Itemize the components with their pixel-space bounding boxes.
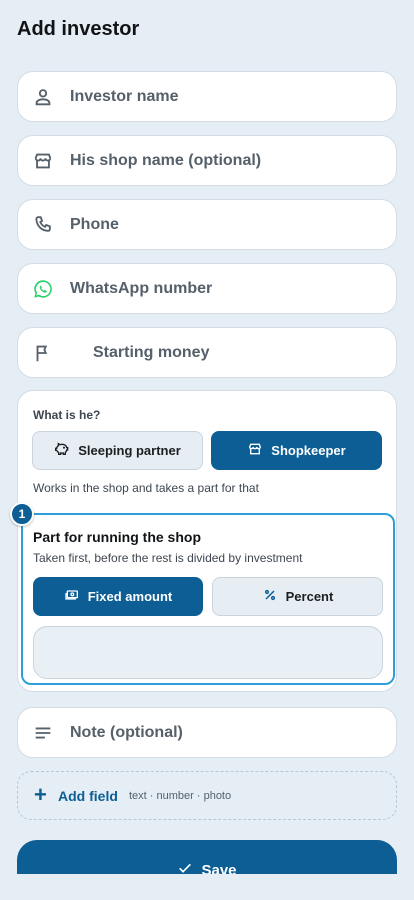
- store-icon: [247, 441, 263, 460]
- note-placeholder: Note (optional): [70, 724, 183, 741]
- shop-part-description: Taken first, before the rest is divided …: [33, 551, 303, 565]
- shopkeeper-label: Shopkeeper: [271, 443, 346, 458]
- sleeping-partner-label: Sleeping partner: [78, 443, 181, 458]
- add-field-button[interactable]: + Add field text · number · photo: [17, 771, 397, 820]
- step-badge: 1: [10, 502, 34, 526]
- cash-icon: [64, 587, 80, 606]
- shop-part-amount-input[interactable]: [33, 626, 383, 679]
- phone-field[interactable]: Phone: [17, 199, 397, 250]
- note-field[interactable]: Note (optional): [17, 707, 397, 758]
- add-field-label: Add field: [58, 788, 118, 804]
- shopkeeper-option[interactable]: Shopkeeper: [211, 431, 382, 470]
- role-question: What is he?: [33, 408, 101, 422]
- starting-money-field[interactable]: Starting money: [17, 327, 397, 378]
- investor-name-placeholder: Investor name: [70, 88, 179, 105]
- shop-name-placeholder: His shop name (optional): [70, 152, 262, 169]
- fixed-amount-option[interactable]: Fixed amount: [33, 577, 203, 616]
- bottom-fade: [0, 874, 414, 900]
- role-card: What is he? Sleeping partner Shopkeeper …: [10, 390, 397, 692]
- plus-icon: +: [34, 782, 47, 807]
- add-field-hint: text · number · photo: [129, 790, 232, 802]
- piggy-bank-icon: [54, 441, 70, 460]
- whatsapp-placeholder: WhatsApp number: [70, 280, 213, 297]
- person-icon: [32, 86, 54, 108]
- investor-name-field[interactable]: Investor name: [17, 71, 397, 122]
- percent-icon: [262, 587, 278, 606]
- percent-label: Percent: [285, 589, 334, 604]
- starting-money-placeholder: Starting money: [93, 344, 210, 361]
- phone-icon: [32, 214, 54, 236]
- notes-icon: [32, 722, 54, 744]
- whatsapp-field[interactable]: WhatsApp number: [17, 263, 397, 314]
- percent-option[interactable]: Percent: [212, 577, 383, 616]
- page-title: Add investor: [17, 18, 140, 40]
- shop-part-title: Part for running the shop: [33, 529, 201, 545]
- fixed-amount-label: Fixed amount: [87, 589, 173, 604]
- sleeping-partner-option[interactable]: Sleeping partner: [32, 431, 203, 470]
- phone-placeholder: Phone: [70, 216, 119, 233]
- flag-icon: [32, 342, 54, 364]
- shop-part-section: 1 Part for running the shop Taken first,…: [10, 502, 395, 685]
- store-icon: [32, 150, 54, 172]
- shop-name-field[interactable]: His shop name (optional): [17, 135, 397, 186]
- whatsapp-icon: [32, 278, 54, 300]
- role-hint: Works in the shop and takes a part for t…: [33, 481, 259, 495]
